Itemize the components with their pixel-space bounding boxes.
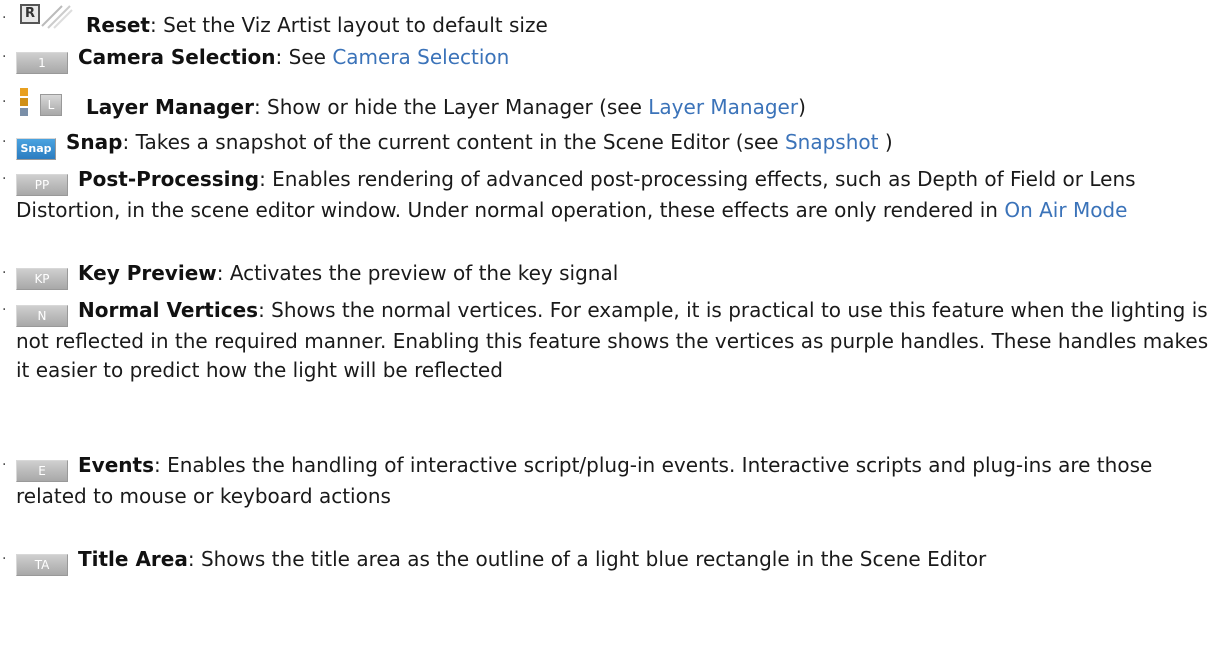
post-processing-button-icon: PP	[16, 174, 68, 196]
term-label: Reset	[86, 13, 150, 37]
description: : Takes a snapshot of the current conten…	[122, 130, 785, 154]
bullet: ·	[2, 265, 7, 281]
term-label: Post-Processing	[78, 167, 260, 191]
key-preview-button-icon: KP	[16, 268, 68, 290]
description: : Set the Viz Artist layout to default s…	[150, 13, 548, 37]
description-end: )	[878, 130, 893, 154]
bullet: ·	[2, 134, 7, 150]
term-label: Key Preview	[78, 261, 217, 285]
description: : Enables the handling of interactive sc…	[16, 453, 1153, 508]
term-label: Title Area	[78, 547, 188, 571]
camera-selection-link[interactable]: Camera Selection	[332, 45, 509, 69]
title-area-button-icon: TA	[16, 554, 68, 576]
snap-button-icon: Snap	[16, 138, 56, 160]
description: : Activates the preview of the key signa…	[216, 261, 619, 285]
normal-vertices-button-icon: N	[16, 305, 68, 327]
bullet: ·	[2, 551, 7, 567]
description: : Show or hide the Layer Manager (see	[253, 95, 649, 119]
bullet: ·	[2, 94, 7, 110]
events-button-icon: E	[16, 460, 68, 482]
bullet: ·	[2, 10, 7, 26]
reset-icon: R	[16, 4, 76, 32]
description: : See	[275, 45, 333, 69]
term-label: Events	[78, 453, 154, 477]
term-label: Normal Vertices	[78, 298, 259, 322]
on-air-mode-link[interactable]: On Air Mode	[1004, 198, 1127, 222]
bullet: ·	[2, 49, 7, 65]
snapshot-link[interactable]: Snapshot	[785, 130, 879, 154]
term-label: Camera Selection	[78, 45, 276, 69]
layer-manager-link[interactable]: Layer Manager	[648, 95, 798, 119]
description-end: )	[798, 95, 806, 119]
bullet: ·	[2, 302, 7, 318]
camera-1-button-icon: 1	[16, 52, 68, 74]
bullet: ·	[2, 457, 7, 473]
description: : Shows the title area as the outline of…	[187, 547, 987, 571]
layer-manager-icon: L	[16, 88, 76, 122]
term-label: Snap	[66, 130, 123, 154]
bullet: ·	[2, 171, 7, 187]
term-label: Layer Manager	[86, 95, 254, 119]
